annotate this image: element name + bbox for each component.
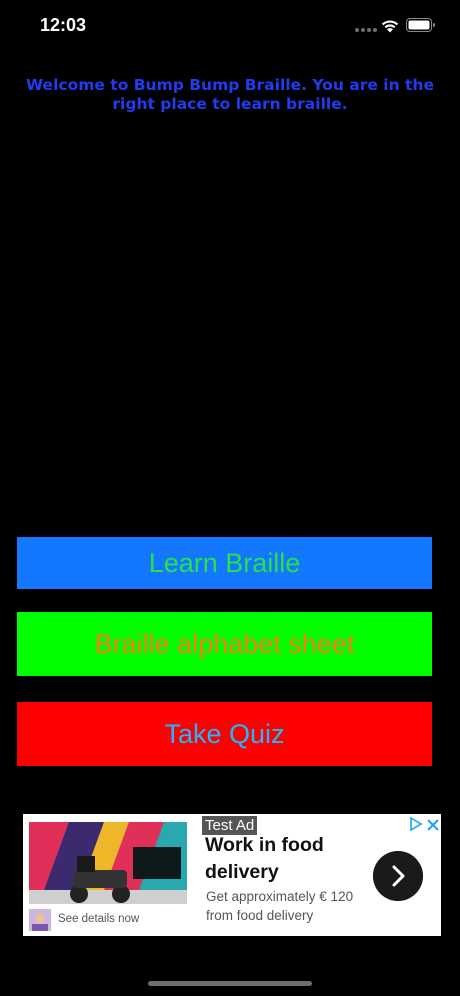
- ad-headline[interactable]: Work in food delivery: [205, 832, 375, 886]
- banner-ad[interactable]: Test Ad Work in food delivery Get approx…: [23, 814, 441, 936]
- status-bar: 12:03: [0, 0, 460, 52]
- learn-braille-button[interactable]: Learn Braille: [17, 537, 432, 589]
- chevron-right-icon[interactable]: [373, 851, 423, 901]
- cellular-signal-icon: [355, 28, 377, 32]
- battery-icon: [406, 18, 435, 32]
- home-indicator[interactable]: [148, 981, 312, 986]
- braille-alphabet-sheet-button[interactable]: Braille alphabet sheet: [17, 612, 432, 676]
- close-icon[interactable]: [427, 819, 439, 831]
- ad-image: [29, 822, 187, 904]
- take-quiz-button[interactable]: Take Quiz: [17, 702, 432, 766]
- wifi-icon: [381, 20, 399, 33]
- status-time: 12:03: [40, 15, 87, 35]
- adchoices-icon[interactable]: [409, 817, 423, 831]
- welcome-message: Welcome to Bump Bump Braille. You are in…: [26, 76, 434, 113]
- ad-details-link[interactable]: See details now: [58, 913, 139, 925]
- ad-thumbnail: [29, 909, 51, 931]
- ad-body: Get approximately € 120 from food delive…: [206, 889, 354, 923]
